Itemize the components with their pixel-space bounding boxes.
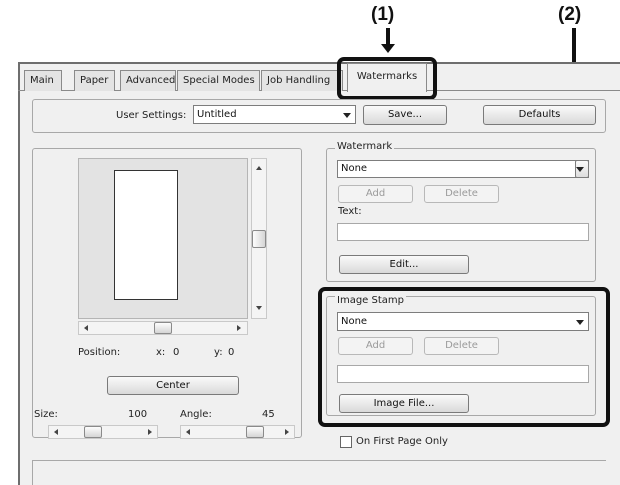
size-value: 100 [128, 409, 148, 420]
angle-value: 45 [262, 409, 275, 420]
scroll-up-icon[interactable] [256, 166, 262, 170]
first-page-only-label: On First Page Only [356, 436, 448, 447]
callout-label-1: (1) [371, 4, 395, 25]
callout-box-2 [318, 287, 610, 427]
center-button[interactable]: Center [107, 376, 239, 395]
horizontal-scroll-thumb[interactable] [154, 322, 172, 334]
watermark-select[interactable]: None [337, 160, 589, 178]
tab-job-handling[interactable]: Job Handling [261, 70, 343, 91]
bottom-divider [32, 460, 606, 461]
save-button[interactable]: Save... [363, 105, 447, 125]
first-page-only-checkbox[interactable] [340, 436, 352, 448]
callout-arrow-1 [381, 44, 395, 53]
angle-increase-icon[interactable] [285, 429, 289, 435]
tab-advanced[interactable]: Advanced [120, 70, 176, 91]
watermark-text-label: Text: [338, 206, 362, 217]
watermark-legend: Watermark [335, 141, 395, 152]
size-slider-thumb[interactable] [84, 426, 102, 438]
vertical-scroll-thumb[interactable] [252, 230, 266, 248]
watermark-text-input[interactable] [337, 223, 589, 241]
scroll-down-icon[interactable] [256, 306, 262, 310]
angle-slider[interactable] [180, 425, 295, 439]
watermark-delete-button[interactable]: Delete [424, 185, 499, 203]
position-label: Position: [78, 347, 121, 358]
angle-slider-thumb[interactable] [246, 426, 264, 438]
user-settings-label: User Settings: [116, 110, 187, 121]
watermark-edit-button[interactable]: Edit... [339, 255, 469, 274]
position-y-label: y: [214, 347, 223, 358]
size-decrease-icon[interactable] [54, 429, 58, 435]
scroll-right-icon[interactable] [237, 325, 241, 331]
callout-box-1 [337, 57, 437, 100]
tab-paper[interactable]: Paper [74, 70, 115, 91]
chevron-down-icon [576, 167, 584, 172]
defaults-button[interactable]: Defaults [483, 105, 596, 125]
position-x-label: x: [156, 347, 166, 358]
bottom-panel [32, 461, 33, 485]
callout-label-2: (2) [558, 4, 582, 25]
page-preview [114, 170, 178, 300]
chevron-down-icon [343, 112, 351, 118]
user-settings-select[interactable]: Untitled [193, 105, 356, 124]
position-y-value: 0 [228, 347, 235, 358]
position-x-value: 0 [173, 347, 180, 358]
watermark-selected-value: None [341, 163, 368, 174]
user-settings-value: Untitled [197, 109, 237, 120]
angle-label: Angle: [180, 409, 212, 420]
tab-main[interactable]: Main [24, 70, 62, 91]
tab-special-modes[interactable]: Special Modes [177, 70, 260, 91]
watermark-dropdown-button[interactable] [575, 160, 589, 178]
scroll-left-icon[interactable] [84, 325, 88, 331]
size-increase-icon[interactable] [148, 429, 152, 435]
angle-decrease-icon[interactable] [186, 429, 190, 435]
size-slider[interactable] [48, 425, 158, 439]
watermark-add-button[interactable]: Add [338, 185, 413, 203]
size-label: Size: [34, 409, 58, 420]
